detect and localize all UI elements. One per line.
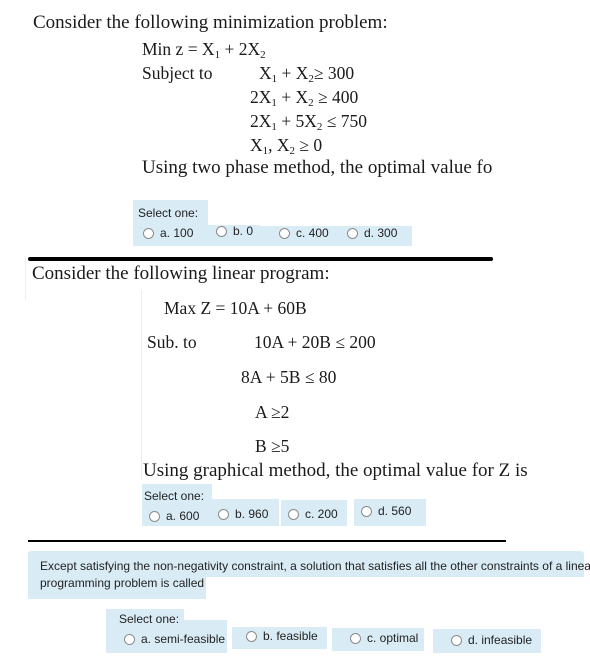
radio-button[interactable] <box>216 225 227 237</box>
question-1-objective: Min z = X1 + 2X2 <box>142 39 266 61</box>
option-label: d. infeasible <box>468 633 533 647</box>
question-divider <box>28 257 493 261</box>
question-1-select-label: Select one: <box>138 206 199 220</box>
question-1-constraint: 2X1 + X2 ≥ 400 <box>250 87 359 109</box>
question-2-intro: Consider the following linear program: <box>32 263 330 284</box>
question-1-option-d[interactable]: d. 300 <box>347 226 397 240</box>
question-1-constraint: X1, X2 ≥ 0 <box>250 135 323 157</box>
question-2-option-a[interactable]: a. 600 <box>149 509 199 523</box>
radio-button[interactable] <box>246 630 257 642</box>
question-2-objective: Max Z = 10A + 60B <box>164 298 307 318</box>
question-1-intro: Consider the following minimization prob… <box>33 12 388 33</box>
question-2-constraint: B ≥5 <box>255 436 290 456</box>
question-1-constraint: X1 + X2≥ 300 <box>259 63 355 85</box>
question-3-option-d[interactable]: d. infeasible <box>451 633 532 647</box>
question-1-option-c[interactable]: c. 400 <box>279 226 329 240</box>
option-label: c. 400 <box>296 226 329 240</box>
radio-button[interactable] <box>218 508 229 520</box>
question-3-option-b[interactable]: b. feasible <box>246 629 318 643</box>
question-2-prompt: Using graphical method, the optimal valu… <box>143 460 528 481</box>
option-label: c. 200 <box>305 507 338 521</box>
option-label: a. 600 <box>166 509 200 523</box>
question-3-select-label: Select one: <box>119 612 180 626</box>
option-label: a. 100 <box>160 226 194 240</box>
radio-button[interactable] <box>361 505 372 517</box>
question-2-select-label: Select one: <box>144 489 205 503</box>
question-2-subject-to-label: Sub. to <box>147 332 197 352</box>
question-3-option-a[interactable]: a. semi-feasible <box>124 632 225 646</box>
question-3-option-c[interactable]: c. optimal <box>350 631 418 645</box>
question-1-option-a[interactable]: a. 100 <box>143 226 193 240</box>
question-2-option-c[interactable]: c. 200 <box>288 507 338 521</box>
question-1-option-b[interactable]: b. 0 <box>216 224 253 238</box>
question-1-prompt: Using two phase method, the optimal valu… <box>142 157 493 178</box>
decorative-border <box>141 290 142 480</box>
option-label: a. semi-feasible <box>141 632 226 646</box>
question-2-constraint: A ≥2 <box>255 402 290 422</box>
question-1-constraint: 2X1 + 5X2 ≤ 750 <box>250 111 368 133</box>
option-label: d. 300 <box>364 226 398 240</box>
decorative-border <box>25 256 26 300</box>
option-label: d. 560 <box>378 504 412 518</box>
option-label: b. feasible <box>263 629 318 643</box>
question-1-subject-to-label: Subject to <box>142 63 213 83</box>
question-2-option-d[interactable]: d. 560 <box>361 504 411 518</box>
option-label: b. 0 <box>233 224 254 238</box>
radio-button[interactable] <box>149 510 160 522</box>
radio-button[interactable] <box>143 227 154 239</box>
radio-button[interactable] <box>288 508 299 520</box>
option-label: c. optimal <box>367 631 419 645</box>
radio-button[interactable] <box>350 632 361 644</box>
radio-button[interactable] <box>279 227 290 239</box>
radio-button[interactable] <box>124 633 135 645</box>
question-2-constraint: 8A + 5B ≤ 80 <box>241 367 337 387</box>
question-2-constraint: 10A + 20B ≤ 200 <box>254 332 376 352</box>
question-2-option-b[interactable]: b. 960 <box>218 507 268 521</box>
option-label: b. 960 <box>235 507 269 521</box>
radio-button[interactable] <box>347 227 358 239</box>
question-3-text-line-2: programming problem is called <box>40 576 205 590</box>
radio-button[interactable] <box>451 634 462 646</box>
question-3-text-line-1: Except satisfying the non-negativity con… <box>40 559 590 573</box>
question-divider <box>28 540 506 542</box>
